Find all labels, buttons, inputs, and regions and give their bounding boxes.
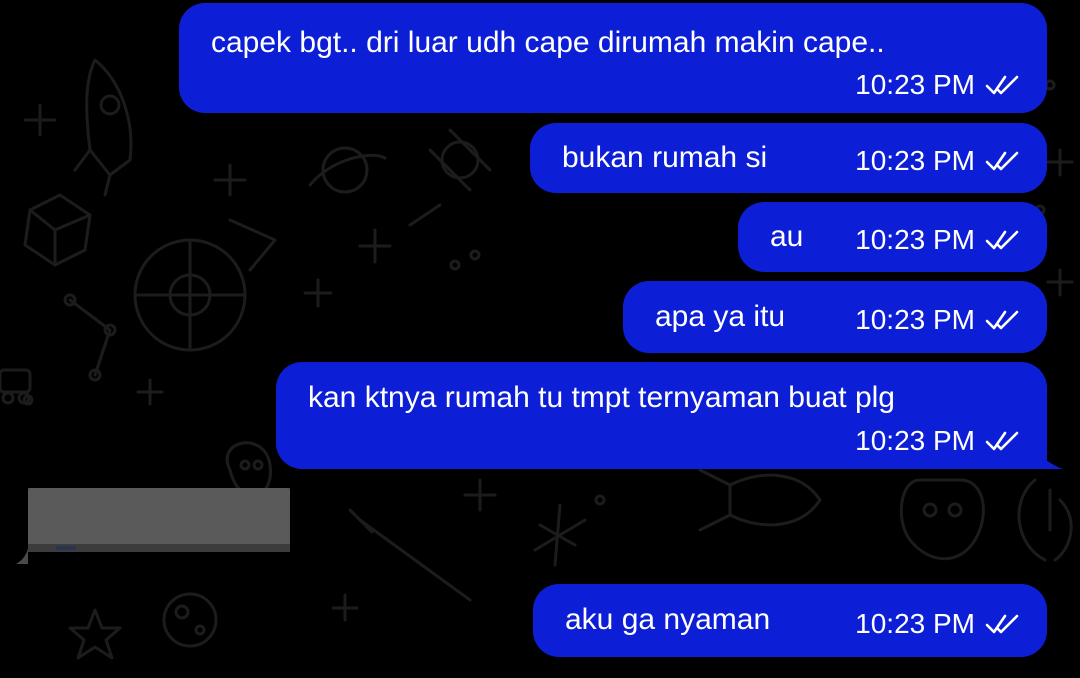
double-check-icon: [985, 614, 1019, 634]
message-time: 10:23 PM: [855, 425, 975, 456]
message-meta: 10:23 PM: [855, 69, 1019, 101]
double-check-icon: [985, 75, 1019, 95]
double-check-icon: [985, 230, 1019, 250]
message-meta: 10:23 PM: [855, 425, 1019, 457]
message-bubble[interactable]: bukan rumah si 10:23 PM: [530, 123, 1047, 193]
message-bubble[interactable]: au 10:23 PM: [738, 202, 1047, 272]
message-text: au: [770, 220, 804, 253]
message-meta: 10:23 PM: [855, 608, 1019, 640]
message-text: capek bgt.. dri luar udh cape dirumah ma…: [211, 26, 885, 59]
message-bubble[interactable]: aku ga nyaman 10:23 PM: [533, 584, 1047, 657]
message-time: 10:23 PM: [855, 224, 975, 255]
message-text: apa ya itu: [655, 300, 786, 333]
message-bubble[interactable]: kan ktnya rumah tu tmpt ternyaman buat p…: [276, 362, 1063, 469]
redacted-incoming-message: [16, 488, 290, 564]
double-check-icon: [985, 431, 1019, 451]
message-time: 10:23 PM: [855, 145, 975, 176]
message-meta: 10:23 PM: [855, 224, 1019, 256]
message-time: 10:23 PM: [855, 304, 975, 335]
message-time: 10:23 PM: [855, 608, 975, 639]
double-check-icon: [985, 310, 1019, 330]
message-meta: 10:23 PM: [855, 304, 1019, 336]
message-text: aku ga nyaman: [565, 603, 771, 636]
double-check-icon: [985, 151, 1019, 171]
message-text: kan ktnya rumah tu tmpt ternyaman buat p…: [308, 381, 895, 414]
message-bubble[interactable]: apa ya itu 10:23 PM: [623, 281, 1047, 353]
message-bubble[interactable]: capek bgt.. dri luar udh cape dirumah ma…: [179, 3, 1047, 113]
bubble-tail: [1033, 447, 1063, 469]
message-text: bukan rumah si: [562, 141, 768, 174]
message-time: 10:23 PM: [855, 69, 975, 100]
message-meta: 10:23 PM: [855, 145, 1019, 177]
